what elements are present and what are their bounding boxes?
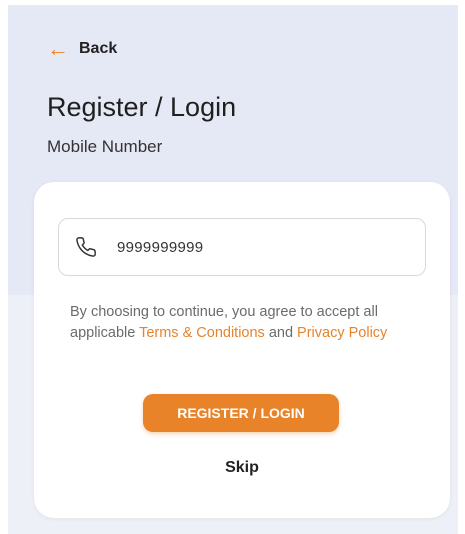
consent-middle: and — [264, 325, 298, 341]
phone-input[interactable] — [115, 237, 369, 257]
privacy-link[interactable]: Privacy Policy — [297, 325, 387, 341]
page-title: Register / Login — [47, 92, 237, 122]
skip-button[interactable]: Skip — [34, 459, 450, 477]
consent-text: By choosing to continue, you agree to ac… — [70, 302, 420, 344]
phone-icon — [75, 236, 97, 258]
login-card: By choosing to continue, you agree to ac… — [34, 182, 450, 518]
phone-field[interactable] — [58, 218, 426, 276]
back-button[interactable]: ← Back — [47, 38, 117, 60]
subtitle: Mobile Number — [47, 137, 163, 156]
terms-link[interactable]: Terms & Conditions — [139, 325, 265, 341]
register-login-button[interactable]: REGISTER / LOGIN — [143, 394, 339, 432]
back-arrow-icon: ← — [47, 36, 69, 61]
back-label: Back — [79, 40, 118, 57]
